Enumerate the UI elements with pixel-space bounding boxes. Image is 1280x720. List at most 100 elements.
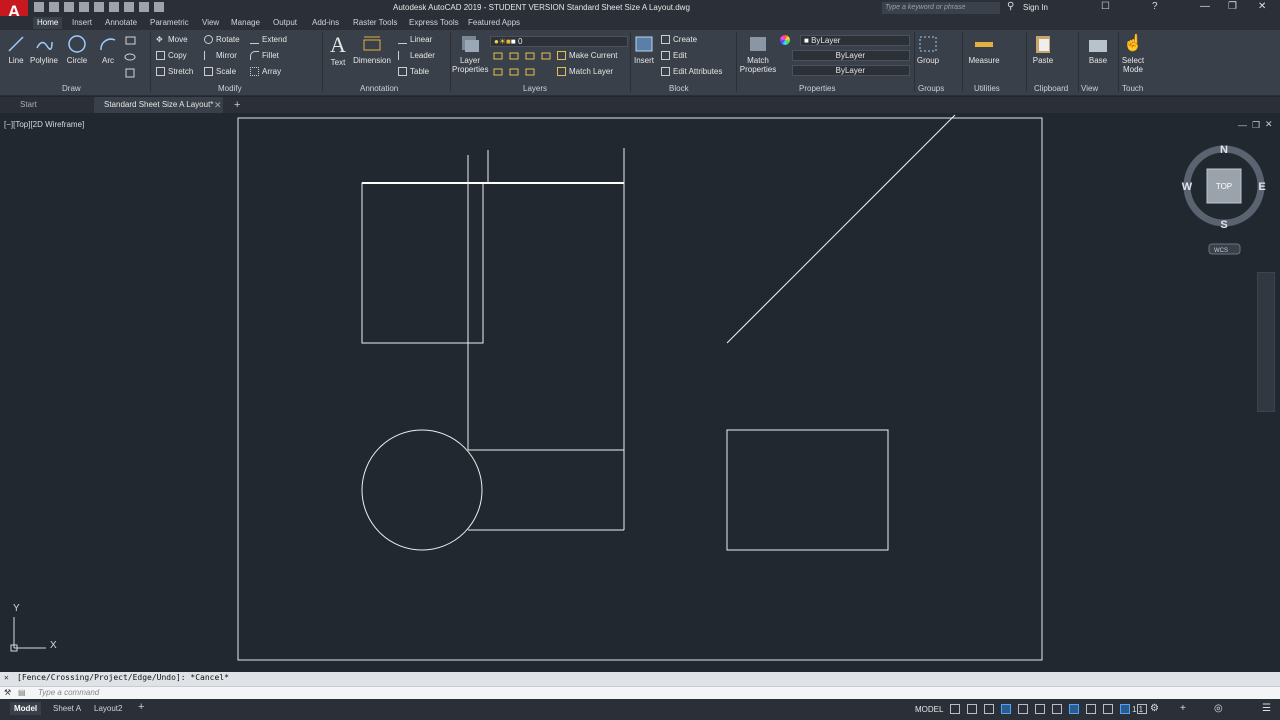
- restore-icon[interactable]: ❐: [1228, 1, 1237, 12]
- dimension-button[interactable]: Dimension: [352, 34, 392, 65]
- lineweight-icon[interactable]: [1086, 704, 1096, 714]
- modify-panel-title[interactable]: Modify: [218, 84, 242, 93]
- viewcube[interactable]: TOP N S E W WCS: [1182, 144, 1266, 255]
- save-icon[interactable]: [64, 2, 74, 12]
- viewcube-top-face[interactable]: TOP: [1216, 182, 1232, 191]
- draw-tools-icons[interactable]: [124, 35, 148, 79]
- tab-view[interactable]: View: [202, 18, 219, 27]
- model-space-toggle[interactable]: MODEL: [915, 705, 943, 714]
- polar-icon[interactable]: [1018, 704, 1028, 714]
- grid-icon[interactable]: [950, 704, 960, 714]
- viewport-minimize-icon[interactable]: —: [1238, 120, 1247, 130]
- wrench-icon[interactable]: ⚒: [4, 687, 11, 699]
- color-dropdown[interactable]: ■ ByLayer: [800, 35, 910, 46]
- add-layout-icon[interactable]: +: [138, 701, 144, 713]
- right-rectangle[interactable]: [726, 429, 889, 551]
- viewport-restore-icon[interactable]: ❐: [1252, 120, 1260, 131]
- minimize-icon[interactable]: —: [1200, 1, 1210, 12]
- layout-tab-model[interactable]: Model: [10, 702, 42, 715]
- close-command-icon[interactable]: ✕: [4, 672, 9, 684]
- compass-west[interactable]: W: [1182, 181, 1193, 193]
- viewport-close-icon[interactable]: ✕: [1265, 119, 1273, 130]
- wcs-menu[interactable]: WCS: [1214, 248, 1228, 254]
- ortho-icon[interactable]: [1001, 704, 1011, 714]
- object-snap-icon[interactable]: [1069, 704, 1079, 714]
- layers-panel-title[interactable]: Layers: [523, 84, 547, 93]
- measure-button[interactable]: Measure: [966, 34, 1002, 65]
- command-input[interactable]: ⚒ ▤ Type a command: [0, 686, 1280, 699]
- tab-featured-apps[interactable]: Featured Apps: [468, 18, 520, 27]
- touch-panel-title[interactable]: Touch: [1122, 84, 1143, 93]
- plot-icon[interactable]: [124, 2, 134, 12]
- fillet-button[interactable]: Fillet: [250, 51, 279, 61]
- scale-button[interactable]: Scale: [204, 67, 236, 77]
- compass-north[interactable]: N: [1220, 144, 1228, 156]
- gear-icon[interactable]: ⚙: [1150, 703, 1159, 714]
- clipboard-panel-title[interactable]: Clipboard: [1034, 84, 1068, 93]
- match-layer-button[interactable]: Match Layer: [557, 67, 613, 77]
- viewport-controls[interactable]: [−][Top][2D Wireframe]: [4, 120, 84, 129]
- upload-icon[interactable]: [94, 2, 104, 12]
- group-button[interactable]: Group: [916, 34, 940, 65]
- circle-shape[interactable]: [361, 429, 483, 551]
- snap-icon[interactable]: [967, 704, 977, 714]
- insert-button[interactable]: Insert: [632, 34, 656, 65]
- close-tab-icon[interactable]: ✕: [214, 100, 222, 111]
- create-block-button[interactable]: Create: [661, 35, 697, 45]
- move-button[interactable]: ✥ Move: [156, 35, 188, 44]
- compass-east[interactable]: E: [1258, 181, 1265, 193]
- utilities-panel-title[interactable]: Utilities: [974, 84, 1000, 93]
- line-button[interactable]: Line: [6, 34, 26, 65]
- annotation-scale[interactable]: 1:1: [1132, 705, 1143, 714]
- command-prompt-icon[interactable]: ▤: [18, 687, 26, 699]
- groups-panel-title[interactable]: Groups: [918, 84, 944, 93]
- customize-menu-icon[interactable]: ☰: [1262, 703, 1271, 714]
- base-button[interactable]: Base: [1086, 34, 1110, 65]
- save-as-icon[interactable]: [79, 2, 89, 12]
- color-wheel-icon[interactable]: [780, 35, 790, 45]
- dynamic-input-icon[interactable]: [984, 704, 994, 714]
- new-tab-icon[interactable]: +: [234, 99, 240, 111]
- tab-insert[interactable]: Insert: [72, 18, 92, 27]
- undo-icon[interactable]: [139, 2, 149, 12]
- compass-south[interactable]: S: [1220, 219, 1227, 231]
- leader-button[interactable]: Leader: [398, 51, 435, 61]
- layout-tab-layout2[interactable]: Layout2: [90, 702, 126, 715]
- linetype-dropdown[interactable]: ByLayer: [792, 50, 910, 61]
- open-icon[interactable]: [49, 2, 59, 12]
- tab-annotate[interactable]: Annotate: [105, 18, 137, 27]
- draw-panel-title[interactable]: Draw: [62, 84, 81, 93]
- make-current-button[interactable]: Make Current: [557, 51, 617, 61]
- array-button[interactable]: Array: [250, 67, 281, 77]
- drawing-canvas[interactable]: Y X TOP N S E W WCS: [0, 113, 1280, 666]
- sign-in-button[interactable]: Sign In: [1023, 3, 1048, 12]
- extend-button[interactable]: Extend: [250, 35, 287, 45]
- rotate-button[interactable]: Rotate: [204, 35, 240, 45]
- stretch-button[interactable]: Stretch: [156, 67, 193, 77]
- close-icon[interactable]: ✕: [1258, 1, 1266, 12]
- tab-home[interactable]: Home: [33, 17, 63, 29]
- tab-parametric[interactable]: Parametric: [150, 18, 189, 27]
- small-rectangle[interactable]: [361, 182, 484, 344]
- tab-output[interactable]: Output: [273, 18, 297, 27]
- lineweight-dropdown[interactable]: ByLayer: [792, 65, 910, 76]
- tab-start[interactable]: Start: [10, 97, 47, 113]
- copy-button[interactable]: Copy: [156, 51, 187, 61]
- layer-properties-button[interactable]: Layer Properties: [452, 34, 488, 74]
- edit-block-button[interactable]: Edit: [661, 51, 687, 61]
- polyline-button[interactable]: Polyline: [29, 34, 59, 65]
- isolate-objects-icon[interactable]: ◎: [1214, 703, 1223, 714]
- isodraft-icon[interactable]: [1035, 704, 1045, 714]
- select-mode-button[interactable]: ☝ Select Mode: [1120, 34, 1146, 74]
- view-panel-title[interactable]: View: [1081, 84, 1098, 93]
- navigation-bar[interactable]: [1257, 272, 1275, 412]
- search-input[interactable]: Type a keyword or phrase: [882, 2, 1000, 14]
- binoculars-icon[interactable]: ⚲: [1007, 1, 1014, 12]
- cart-icon[interactable]: ☐: [1101, 1, 1110, 12]
- plus-icon[interactable]: +: [1180, 703, 1186, 714]
- linear-button[interactable]: Linear: [398, 35, 432, 45]
- block-panel-title[interactable]: Block: [669, 84, 689, 93]
- tab-add-ins[interactable]: Add-ins: [312, 18, 339, 27]
- edit-attributes-button[interactable]: Edit Attributes: [661, 67, 722, 77]
- transparency-icon[interactable]: [1103, 704, 1113, 714]
